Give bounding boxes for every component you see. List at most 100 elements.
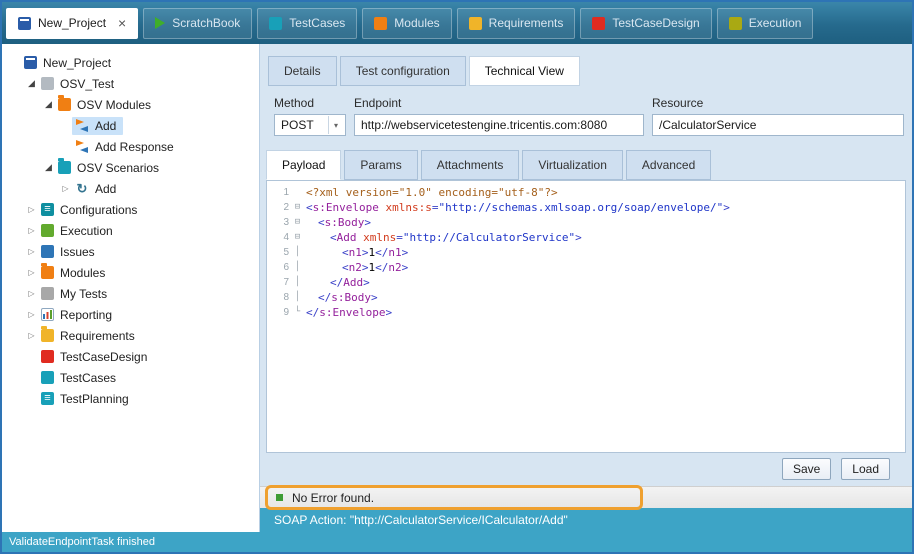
- tab-technical-view[interactable]: Technical View: [469, 56, 580, 86]
- expander-icon[interactable]: ◢: [25, 78, 38, 89]
- expander-icon[interactable]: ▷: [25, 247, 38, 256]
- main-panel: DetailsTest configurationTechnical View …: [260, 44, 912, 532]
- tree-item-label: Add Response: [95, 140, 174, 154]
- expander-icon[interactable]: ▷: [25, 205, 38, 214]
- top-tab-scratchbook[interactable]: ScratchBook: [143, 8, 252, 39]
- expander-icon[interactable]: ◢: [42, 162, 55, 173]
- tab-details[interactable]: Details: [268, 56, 337, 86]
- soap-action-text: SOAP Action: "http://CalculatorService/I…: [274, 513, 568, 527]
- tree-entry[interactable]: OSV Scenarios: [55, 159, 166, 177]
- expander-icon[interactable]: ▷: [25, 289, 38, 298]
- tab-attachments[interactable]: Attachments: [421, 150, 520, 180]
- tree-entry[interactable]: TestCases: [38, 369, 123, 387]
- code-line-4[interactable]: 4⊟<Add xmlns="http://CalculatorService">: [267, 230, 905, 245]
- sidebar: New_Project◢OSV_Test◢OSV ModulesAddAdd R…: [2, 44, 260, 532]
- tab-advanced[interactable]: Advanced: [626, 150, 711, 180]
- code-line-3[interactable]: 3⊟<s:Body>: [267, 215, 905, 230]
- fold-marker[interactable]: ⊟: [289, 215, 306, 230]
- tab-payload[interactable]: Payload: [266, 150, 341, 180]
- code-line-7[interactable]: 7│</Add>: [267, 275, 905, 290]
- top-tab-requirements[interactable]: Requirements: [457, 8, 576, 39]
- tree-entry[interactable]: OSV Modules: [55, 96, 158, 114]
- tree-item-modules[interactable]: ▷ Modules: [2, 262, 259, 283]
- code-line-6[interactable]: 6│<n2>1</n2>: [267, 260, 905, 275]
- code-line-9[interactable]: 9└</s:Envelope>: [267, 305, 905, 320]
- tree-item-execution[interactable]: ▷Execution: [2, 220, 259, 241]
- tab-virtualization[interactable]: Virtualization: [522, 150, 622, 180]
- tree-entry[interactable]: Reporting: [38, 306, 119, 324]
- code-line-8[interactable]: 8│</s:Body>: [267, 290, 905, 305]
- tree-entry[interactable]: TestCaseDesign: [38, 348, 154, 366]
- tree-entry[interactable]: ≡Configurations: [38, 201, 144, 219]
- tree-entry[interactable]: ≡TestPlanning: [38, 390, 136, 408]
- save-button[interactable]: Save: [782, 458, 831, 480]
- testcasedesign-icon: [592, 17, 605, 30]
- expander-icon[interactable]: ▷: [25, 310, 38, 319]
- expander-icon[interactable]: ▷: [25, 331, 38, 340]
- top-tab-modules[interactable]: Modules: [362, 8, 451, 39]
- resource-input[interactable]: [652, 114, 904, 136]
- fold-marker[interactable]: ⊟: [289, 230, 306, 245]
- tree-item-label: New_Project: [43, 56, 111, 70]
- method-select[interactable]: POST ▾: [274, 114, 346, 136]
- tree-item-testplanning[interactable]: ≡TestPlanning: [2, 388, 259, 409]
- line-number: 6: [267, 260, 289, 275]
- tree-item-label: OSV_Test: [60, 77, 114, 91]
- project-tree: New_Project◢OSV_Test◢OSV ModulesAddAdd R…: [2, 44, 259, 409]
- tree-item-label: Add: [95, 119, 116, 133]
- issues-icon: [41, 245, 54, 258]
- expander-icon[interactable]: ◢: [42, 99, 55, 110]
- load-button[interactable]: Load: [841, 458, 890, 480]
- tree-item-label: Modules: [60, 266, 105, 280]
- expander-icon[interactable]: ▷: [25, 268, 38, 277]
- expander-icon[interactable]: ▷: [59, 184, 72, 193]
- tree-item-label: Issues: [60, 245, 95, 259]
- tree-item-reporting[interactable]: ▷Reporting: [2, 304, 259, 325]
- tree-item-add[interactable]: Add: [2, 115, 259, 136]
- tree-entry[interactable]: Execution: [38, 222, 120, 240]
- tree-entry[interactable]: Requirements: [38, 327, 142, 345]
- tab-params[interactable]: Params: [344, 150, 417, 180]
- tree-item-my-tests[interactable]: ▷My Tests: [2, 283, 259, 304]
- code-line-2[interactable]: 2⊟<s:Envelope xmlns:s="http://schemas.xm…: [267, 200, 905, 215]
- tree-entry[interactable]: Add Response: [72, 138, 181, 156]
- tree-item-osv-scenarios[interactable]: ◢OSV Scenarios: [2, 157, 259, 178]
- tree-entry[interactable]: My Tests: [38, 285, 114, 303]
- tree-item-testcases[interactable]: TestCases: [2, 367, 259, 388]
- expander-icon[interactable]: ▷: [25, 226, 38, 235]
- requirements-icon: [469, 17, 482, 30]
- endpoint-input[interactable]: [354, 114, 644, 136]
- add-icon: ↻: [75, 182, 89, 195]
- top-tab-execution[interactable]: Execution: [717, 8, 814, 39]
- code-line-5[interactable]: 5│<n1>1</n1>: [267, 245, 905, 260]
- top-tab-new-project[interactable]: New_Project×: [6, 8, 138, 39]
- code-editor[interactable]: 1<?xml version="1.0" encoding="utf-8"?>2…: [266, 180, 906, 453]
- tree-item-issues[interactable]: ▷ Issues: [2, 241, 259, 262]
- close-icon[interactable]: ×: [118, 16, 126, 30]
- tree-entry[interactable]: Add: [72, 117, 123, 135]
- top-tab-testcasedesign[interactable]: TestCaseDesign: [580, 8, 711, 39]
- fold-marker: │: [289, 275, 306, 290]
- tree-item-add[interactable]: ▷↻Add: [2, 178, 259, 199]
- fold-marker[interactable]: ⊟: [289, 200, 306, 215]
- modules-icon: [374, 17, 387, 30]
- tree-entry[interactable]: OSV_Test: [38, 75, 121, 93]
- tree-item-configurations[interactable]: ▷≡Configurations: [2, 199, 259, 220]
- tree-entry[interactable]: ↻Add: [72, 180, 123, 198]
- code-line-1[interactable]: 1<?xml version="1.0" encoding="utf-8"?>: [267, 185, 905, 200]
- testcases-icon: [269, 17, 282, 30]
- tree-entry[interactable]: New_Project: [21, 54, 118, 72]
- code-text: <?xml version="1.0" encoding="utf-8"?>: [306, 185, 558, 200]
- tree-item-osv-modules[interactable]: ◢OSV Modules: [2, 94, 259, 115]
- tree-entry[interactable]: Issues: [38, 243, 102, 261]
- tree-item-requirements[interactable]: ▷Requirements: [2, 325, 259, 346]
- tab-test-configuration[interactable]: Test configuration: [340, 56, 466, 86]
- tree-item-osv-test[interactable]: ◢ OSV_Test: [2, 73, 259, 94]
- top-tab-testcases[interactable]: TestCases: [257, 8, 357, 39]
- tree-entry[interactable]: Modules: [38, 264, 112, 282]
- tree-item-new-project[interactable]: New_Project: [2, 52, 259, 73]
- tree-item-add-response[interactable]: Add Response: [2, 136, 259, 157]
- chevron-down-icon[interactable]: ▾: [328, 116, 343, 134]
- status-ok-bullet: [276, 494, 283, 501]
- tree-item-testcasedesign[interactable]: TestCaseDesign: [2, 346, 259, 367]
